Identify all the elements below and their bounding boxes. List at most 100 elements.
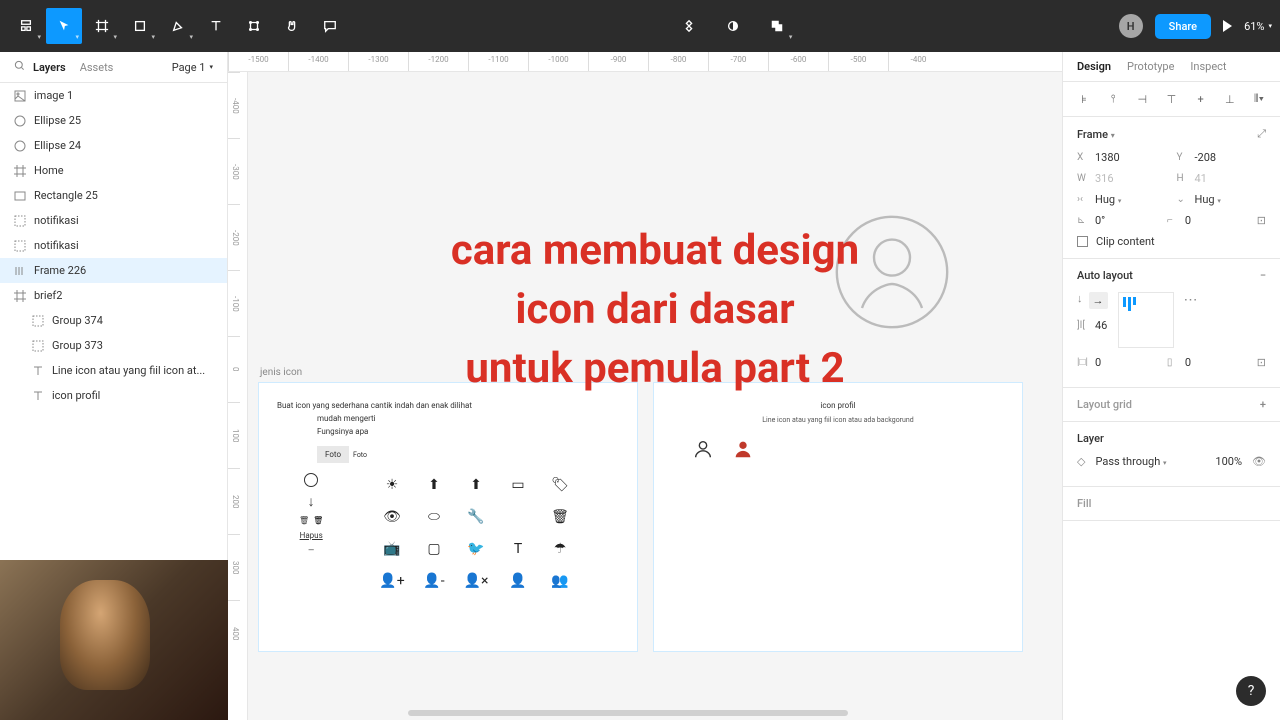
text-tool-button[interactable] (198, 8, 234, 44)
layer-label: notifikasi (34, 214, 79, 227)
toolbar-right: H Share 61%▾ (1119, 14, 1272, 39)
move-tool-button[interactable]: ▾ (46, 8, 82, 44)
main-menu-button[interactable]: ▾ (8, 8, 44, 44)
autolayout-more-button[interactable]: ⋯ (1184, 292, 1199, 308)
frame-tool-button[interactable]: ▾ (84, 8, 120, 44)
align-top-icon[interactable]: ⊤ (1164, 92, 1178, 106)
hresize-select[interactable]: Hug ▾ (1095, 193, 1121, 206)
align-vcenter-icon[interactable]: + (1194, 92, 1208, 106)
frame-label[interactable]: jenis icon (260, 367, 302, 378)
y-input[interactable]: -208 (1195, 151, 1217, 164)
x-input[interactable]: 1380 (1095, 151, 1120, 164)
webcam-overlay (0, 560, 228, 720)
user-avatar[interactable]: H (1119, 14, 1143, 38)
padding-v-input[interactable]: 0 (1185, 356, 1191, 369)
zoom-control[interactable]: 61%▾ (1244, 20, 1272, 33)
ab1-line2: mudah mengerti (317, 414, 619, 423)
independent-corners-icon[interactable]: ⊡ (1257, 214, 1266, 227)
alignment-box[interactable] (1118, 292, 1174, 348)
layer-item[interactable]: brief2 (0, 283, 227, 308)
layer-item[interactable]: image 1 (0, 83, 227, 108)
w-input[interactable]: 316 (1095, 172, 1114, 185)
toolbar-center: ▾ (348, 8, 1119, 44)
clip-content-checkbox[interactable]: Clip content (1077, 235, 1266, 248)
autolayout-section: Auto layout− ↓ → ]I[46 ⋯ |□|0 ▯0 ⊡ (1063, 259, 1280, 388)
align-left-icon[interactable]: ⊧ (1077, 92, 1091, 106)
canvas[interactable]: -1500-1400-1300-1200-1100-1000-900-800-7… (228, 52, 1062, 720)
design-tab[interactable]: Design (1077, 60, 1111, 73)
ellipse-icon (14, 115, 26, 127)
layer-label: Ellipse 25 (34, 114, 81, 127)
frame-icon (14, 165, 26, 177)
align-hcenter-icon[interactable]: ⫯ (1106, 92, 1120, 106)
vresize-select[interactable]: Hug ▾ (1195, 193, 1221, 206)
independent-padding-icon[interactable]: ⊡ (1257, 356, 1266, 369)
layer-item[interactable]: Ellipse 24 (0, 133, 227, 158)
direction-horizontal-button[interactable]: → (1089, 292, 1108, 309)
layer-item[interactable]: icon profil (0, 383, 227, 408)
layer-item[interactable]: Line icon atau yang fiil icon at... (0, 358, 227, 383)
assets-tab[interactable]: Assets (80, 61, 114, 74)
search-icon[interactable] (14, 60, 25, 74)
layer-label: Home (34, 164, 64, 177)
present-button[interactable] (1223, 20, 1232, 32)
layer-item[interactable]: notifikasi (0, 208, 227, 233)
radius-input[interactable]: 0 (1185, 214, 1191, 227)
align-bottom-icon[interactable]: ⊥ (1223, 92, 1237, 106)
layer-item[interactable]: Group 374 (0, 308, 227, 333)
layer-item[interactable]: Ellipse 25 (0, 108, 227, 133)
inspect-tab[interactable]: Inspect (1190, 60, 1226, 73)
top-toolbar: ▾ ▾ ▾ ▾ ▾ ▾ H Share 61%▾ (0, 0, 1280, 52)
resources-button[interactable] (236, 8, 272, 44)
layer-label: Line icon atau yang fiil icon at... (52, 364, 205, 377)
frame-section: Frame ▾⤢ X1380 Y-208 W316 H41 ›‹Hug ▾ ⌄H… (1063, 117, 1280, 259)
frame-icon (14, 290, 26, 302)
help-button[interactable]: ? (1236, 676, 1266, 706)
opacity-input[interactable]: 100% (1215, 455, 1242, 468)
user-outline-icon (692, 438, 714, 460)
share-button[interactable]: Share (1155, 14, 1211, 39)
group-icon (14, 215, 26, 227)
toolbar-tools: ▾ ▾ ▾ ▾ ▾ (8, 8, 348, 44)
canvas-scrollbar[interactable] (408, 710, 848, 716)
mask-icon[interactable] (715, 8, 751, 44)
image-icon (14, 90, 26, 102)
hand-tool-button[interactable] (274, 8, 310, 44)
layer-item[interactable]: Frame 226 (0, 258, 227, 283)
rotation-input[interactable]: 0° (1095, 214, 1105, 227)
artboard-icon-profil[interactable]: icon profil Line icon atau yang fiil ico… (653, 382, 1023, 652)
layer-item[interactable]: Home (0, 158, 227, 183)
canvas-content[interactable]: cara membuat design icon dari dasar untu… (248, 72, 1062, 720)
layer-label: brief2 (34, 289, 62, 302)
distribute-icon[interactable]: ⦀▾ (1252, 92, 1266, 106)
comment-tool-button[interactable] (312, 8, 348, 44)
foto-tag: Foto (317, 446, 349, 463)
user-filled-icon (732, 438, 754, 460)
padding-h-input[interactable]: 0 (1095, 356, 1101, 369)
layers-tab[interactable]: Layers (33, 61, 66, 74)
component-icon[interactable] (671, 8, 707, 44)
group-icon (32, 315, 44, 327)
page-selector[interactable]: Page 1▾ (172, 61, 213, 74)
add-grid-button[interactable]: + (1260, 398, 1266, 411)
direction-vertical-button[interactable]: ↓ (1077, 292, 1083, 309)
prototype-tab[interactable]: Prototype (1127, 60, 1174, 73)
layer-item[interactable]: notifikasi (0, 233, 227, 258)
align-right-icon[interactable]: ⊣ (1135, 92, 1149, 106)
pen-tool-button[interactable]: ▾ (160, 8, 196, 44)
resize-to-fit-icon[interactable]: ⤢ (1257, 127, 1266, 141)
layer-item[interactable]: Group 373 (0, 333, 227, 358)
visibility-icon[interactable]: 👁 (1252, 455, 1266, 468)
shape-tool-button[interactable]: ▾ (122, 8, 158, 44)
remove-autolayout-button[interactable]: − (1260, 269, 1266, 282)
h-input[interactable]: 41 (1195, 172, 1207, 185)
layer-item[interactable]: Rectangle 25 (0, 183, 227, 208)
boolean-icon[interactable]: ▾ (759, 8, 795, 44)
layer-label: Group 374 (52, 314, 103, 327)
ruler-horizontal: -1500-1400-1300-1200-1100-1000-900-800-7… (228, 52, 1062, 72)
autolayout-icon (14, 265, 26, 277)
profile-icons (672, 438, 1004, 460)
blend-mode-select[interactable]: Pass through ▾ (1095, 455, 1166, 468)
artboard-jenis-icon[interactable]: Buat icon yang sederhana cantik indah da… (258, 382, 638, 652)
gap-input[interactable]: 46 (1095, 319, 1107, 332)
